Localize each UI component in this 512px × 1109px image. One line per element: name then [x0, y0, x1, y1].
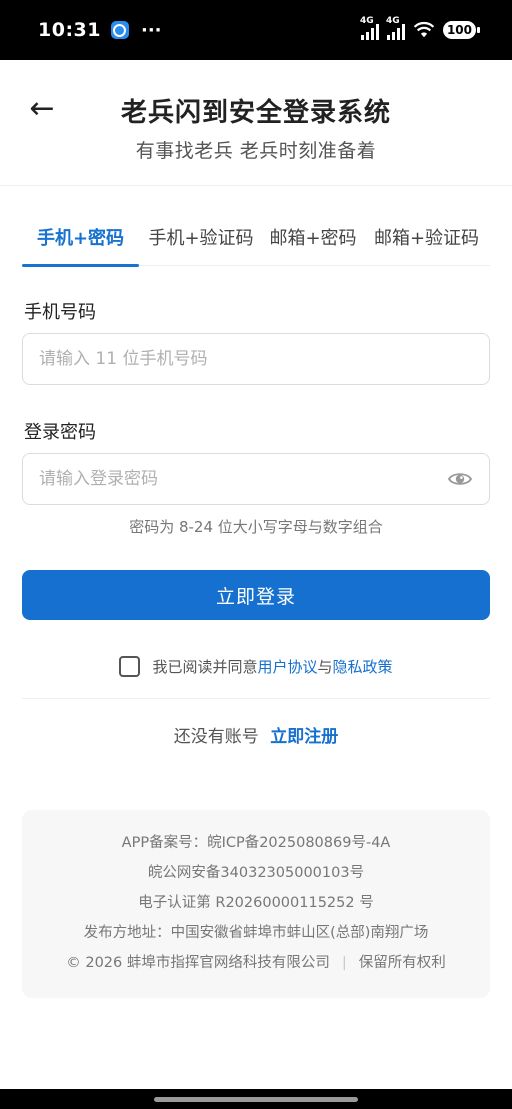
- page-subtitle: 有事找老兵 老兵时刻准备着: [135, 140, 377, 162]
- wifi-icon: [413, 21, 435, 38]
- password-hint: 密码为 8-24 位大小写字母与数字组合: [129, 518, 383, 536]
- copyright-row: © 2026 蚌埠市指挥官网络科技有限公司 | 保留所有权利: [22, 952, 490, 982]
- register-link[interactable]: 立即注册: [270, 727, 338, 747]
- divider: [22, 698, 490, 699]
- status-bar: 10:31 ··· 4G 4G 100: [0, 0, 512, 60]
- privacy-policy-link[interactable]: 隐私政策: [333, 656, 393, 677]
- phone-field-box: [22, 333, 490, 385]
- login-method-tabs: 手机+密码 手机+验证码 邮箱+密码 邮箱+验证码: [22, 212, 490, 267]
- address-text: 发布方地址：中国安徽省蚌埠市蚌山区(总部)南翔广场: [83, 925, 429, 941]
- tab-label: 邮箱+验证码: [373, 228, 480, 249]
- phone-label: 手机号码: [24, 302, 96, 323]
- signal-label: 4G: [359, 16, 374, 26]
- agreement-prefix: 我已阅读并同意: [152, 657, 258, 676]
- cert-text: 电子认证第 R20260000115252 号: [138, 895, 374, 911]
- page-title: 老兵闪到安全登录系统: [120, 98, 391, 128]
- phone-input[interactable]: [39, 349, 473, 369]
- navigation-bar: [0, 1089, 512, 1109]
- agreement-conjunction: 与: [317, 657, 333, 676]
- footer-info-card: APP备案号：皖ICP备2025080869号-4A 皖公网安备34032305…: [22, 810, 490, 998]
- tab-label: 手机+密码: [36, 228, 125, 249]
- login-button[interactable]: 立即登录: [22, 570, 490, 620]
- tab-email-code[interactable]: 邮箱+验证码: [363, 212, 490, 266]
- tab-email-password[interactable]: 邮箱+密码: [263, 212, 363, 266]
- tab-label: 手机+验证码: [148, 228, 254, 249]
- rights-text: 保留所有权利: [358, 955, 446, 971]
- cellular-signal-icon: 4G: [386, 16, 405, 40]
- signal-label: 4G: [385, 16, 400, 26]
- cellular-signal-icon: 4G: [360, 16, 379, 40]
- tab-label: 邮箱+密码: [269, 228, 357, 249]
- eye-icon[interactable]: [447, 466, 473, 492]
- password-label: 登录密码: [24, 422, 96, 443]
- battery-icon: 100: [442, 21, 481, 39]
- copyright-text: © 2026 蚌埠市指挥官网络科技有限公司: [66, 955, 330, 971]
- password-field-box: [22, 453, 490, 505]
- register-prompt: 还没有账号: [173, 727, 259, 747]
- status-time: 10:31: [38, 19, 101, 41]
- password-input[interactable]: [39, 469, 447, 489]
- tab-phone-password[interactable]: 手机+密码: [22, 212, 139, 267]
- home-indicator[interactable]: [154, 1096, 358, 1102]
- page-header: ← 老兵闪到安全登录系统 有事找老兵 老兵时刻准备着: [0, 60, 512, 186]
- agreement-checkbox[interactable]: [119, 655, 141, 677]
- footer-separator: |: [341, 955, 347, 971]
- user-agreement-link[interactable]: 用户协议: [257, 656, 317, 677]
- status-right: 4G 4G 100: [360, 16, 481, 40]
- app-notification-icon: [110, 21, 129, 39]
- register-row: 还没有账号 立即注册: [0, 722, 512, 747]
- agreement-row: 我已阅读并同意 用户协议 与 隐私政策: [0, 654, 512, 678]
- app-record-text: APP备案号：皖ICP备2025080869号-4A: [121, 835, 391, 851]
- more-notifications-icon: ···: [140, 19, 162, 41]
- police-record-text: 皖公网安备34032305000103号: [147, 865, 365, 881]
- status-left: 10:31 ···: [38, 19, 162, 41]
- tab-phone-code[interactable]: 手机+验证码: [139, 212, 263, 266]
